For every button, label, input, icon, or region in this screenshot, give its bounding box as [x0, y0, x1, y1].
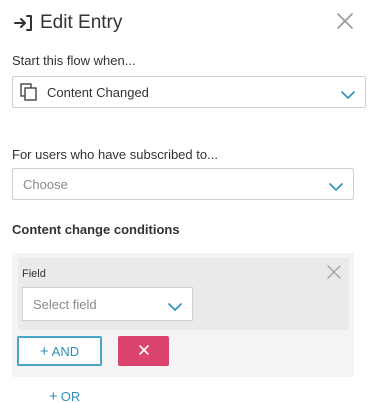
- close-icon[interactable]: [326, 264, 342, 280]
- content-copy-icon: [19, 82, 39, 102]
- or-label: OR: [60, 389, 81, 403]
- remove-condition-button[interactable]: [118, 336, 169, 366]
- plus-icon: +: [39, 342, 49, 360]
- chevron-down-icon: [341, 87, 355, 99]
- trigger-value: Content Changed: [47, 84, 149, 100]
- add-or-link[interactable]: + OR: [49, 388, 80, 403]
- subscription-label: For users who have subscribed to...: [12, 147, 218, 162]
- and-label: AND: [51, 343, 80, 359]
- add-and-button[interactable]: + AND: [17, 336, 102, 366]
- subscription-placeholder: Choose: [23, 176, 68, 192]
- plus-icon: +: [49, 388, 58, 403]
- chevron-down-icon: [168, 299, 182, 311]
- subscription-select[interactable]: Choose: [12, 168, 354, 200]
- times-icon: [138, 342, 149, 360]
- edit-entry-panel: Edit Entry Start this flow when... Conte…: [0, 0, 372, 403]
- trigger-select[interactable]: Content Changed: [12, 76, 366, 108]
- field-label: Field: [22, 268, 46, 280]
- chevron-down-icon: [329, 179, 343, 191]
- close-icon[interactable]: [336, 12, 354, 30]
- panel-header: Edit Entry: [12, 10, 122, 36]
- field-placeholder: Select field: [33, 296, 97, 312]
- trigger-label: Start this flow when...: [12, 53, 136, 68]
- field-select[interactable]: Select field: [22, 287, 193, 321]
- enter-icon: [12, 12, 34, 34]
- page-title: Edit Entry: [40, 12, 123, 33]
- conditions-title: Content change conditions: [12, 222, 180, 237]
